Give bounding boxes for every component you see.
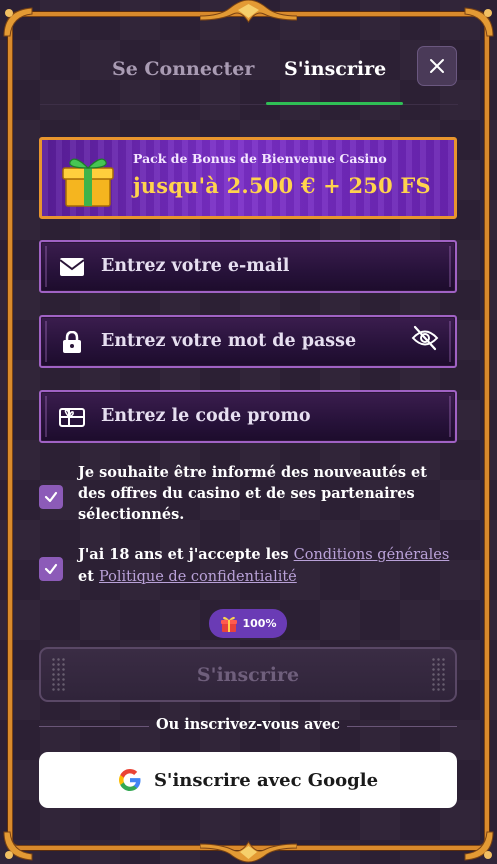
social-divider: Ou inscrivez-vous avec bbox=[39, 716, 457, 738]
password-field[interactable]: Entrez votre mot de passe bbox=[39, 315, 457, 368]
terms-text: J'ai 18 ans et j'accepte les Conditions … bbox=[78, 544, 458, 588]
corner-ornament bbox=[0, 828, 36, 864]
divider-line bbox=[347, 726, 457, 727]
field-ornament bbox=[45, 396, 47, 437]
top-ornament bbox=[200, 0, 297, 23]
check-icon bbox=[44, 563, 58, 575]
field-ornament bbox=[449, 396, 451, 437]
google-icon bbox=[118, 769, 141, 791]
promo-code-field[interactable]: Entrez le code promo bbox=[39, 390, 457, 443]
field-ornament bbox=[45, 246, 47, 287]
terms-middle: et bbox=[78, 568, 99, 585]
lock-icon bbox=[63, 331, 81, 353]
badge-value: 100% bbox=[242, 617, 277, 630]
eye-off-icon[interactable] bbox=[411, 325, 439, 351]
check-icon bbox=[44, 491, 58, 503]
banner-headline: jusqu'à 2.500 € + 250 FS bbox=[133, 173, 431, 198]
field-ornament bbox=[449, 246, 451, 287]
field-ornament bbox=[449, 321, 451, 362]
auth-tabs: Se Connecter S'inscrire bbox=[40, 40, 458, 106]
bonus-badge: 100% bbox=[209, 609, 287, 638]
newsletter-checkbox[interactable] bbox=[39, 485, 63, 509]
submit-label: S'inscrire bbox=[196, 663, 300, 686]
active-tab-indicator bbox=[266, 102, 403, 105]
corner-ornament bbox=[0, 4, 36, 40]
field-ornament bbox=[45, 321, 47, 362]
banner-subtitle: Pack de Bonus de Bienvenue Casino bbox=[133, 151, 387, 166]
divider-label: Ou inscrivez-vous avec bbox=[155, 716, 341, 733]
corner-ornament bbox=[461, 828, 497, 864]
terms-link[interactable]: Conditions générales bbox=[294, 547, 450, 563]
gift-card-icon bbox=[59, 408, 85, 427]
tab-login[interactable]: Se Connecter bbox=[112, 58, 254, 80]
button-decoration bbox=[51, 657, 65, 693]
password-placeholder: Entrez votre mot de passe bbox=[101, 331, 357, 351]
welcome-bonus-banner[interactable]: Pack de Bonus de Bienvenue Casino jusqu'… bbox=[39, 137, 457, 219]
email-field[interactable]: Entrez votre e-mail bbox=[39, 240, 457, 293]
tab-signup[interactable]: S'inscrire bbox=[284, 58, 386, 80]
email-icon bbox=[59, 258, 85, 276]
google-label: S'inscrire avec Google bbox=[153, 769, 379, 791]
bottom-ornament bbox=[200, 841, 297, 863]
signup-submit-button[interactable]: S'inscrire bbox=[39, 647, 457, 702]
promo-placeholder: Entrez le code promo bbox=[101, 406, 311, 426]
terms-prefix: J'ai 18 ans et j'accepte les bbox=[78, 546, 294, 563]
close-button[interactable] bbox=[417, 46, 457, 86]
email-placeholder: Entrez votre e-mail bbox=[101, 256, 290, 276]
corner-ornament bbox=[461, 4, 497, 40]
button-decoration bbox=[431, 657, 445, 693]
close-icon bbox=[430, 59, 444, 73]
gift-icon bbox=[220, 616, 237, 632]
gift-box-icon bbox=[62, 158, 114, 207]
newsletter-text: Je souhaite être informé des nouveautés … bbox=[78, 464, 427, 523]
google-signup-button[interactable]: S'inscrire avec Google bbox=[39, 752, 457, 808]
terms-checkbox[interactable] bbox=[39, 557, 63, 581]
privacy-link[interactable]: Politique de confidentialité bbox=[99, 569, 297, 585]
